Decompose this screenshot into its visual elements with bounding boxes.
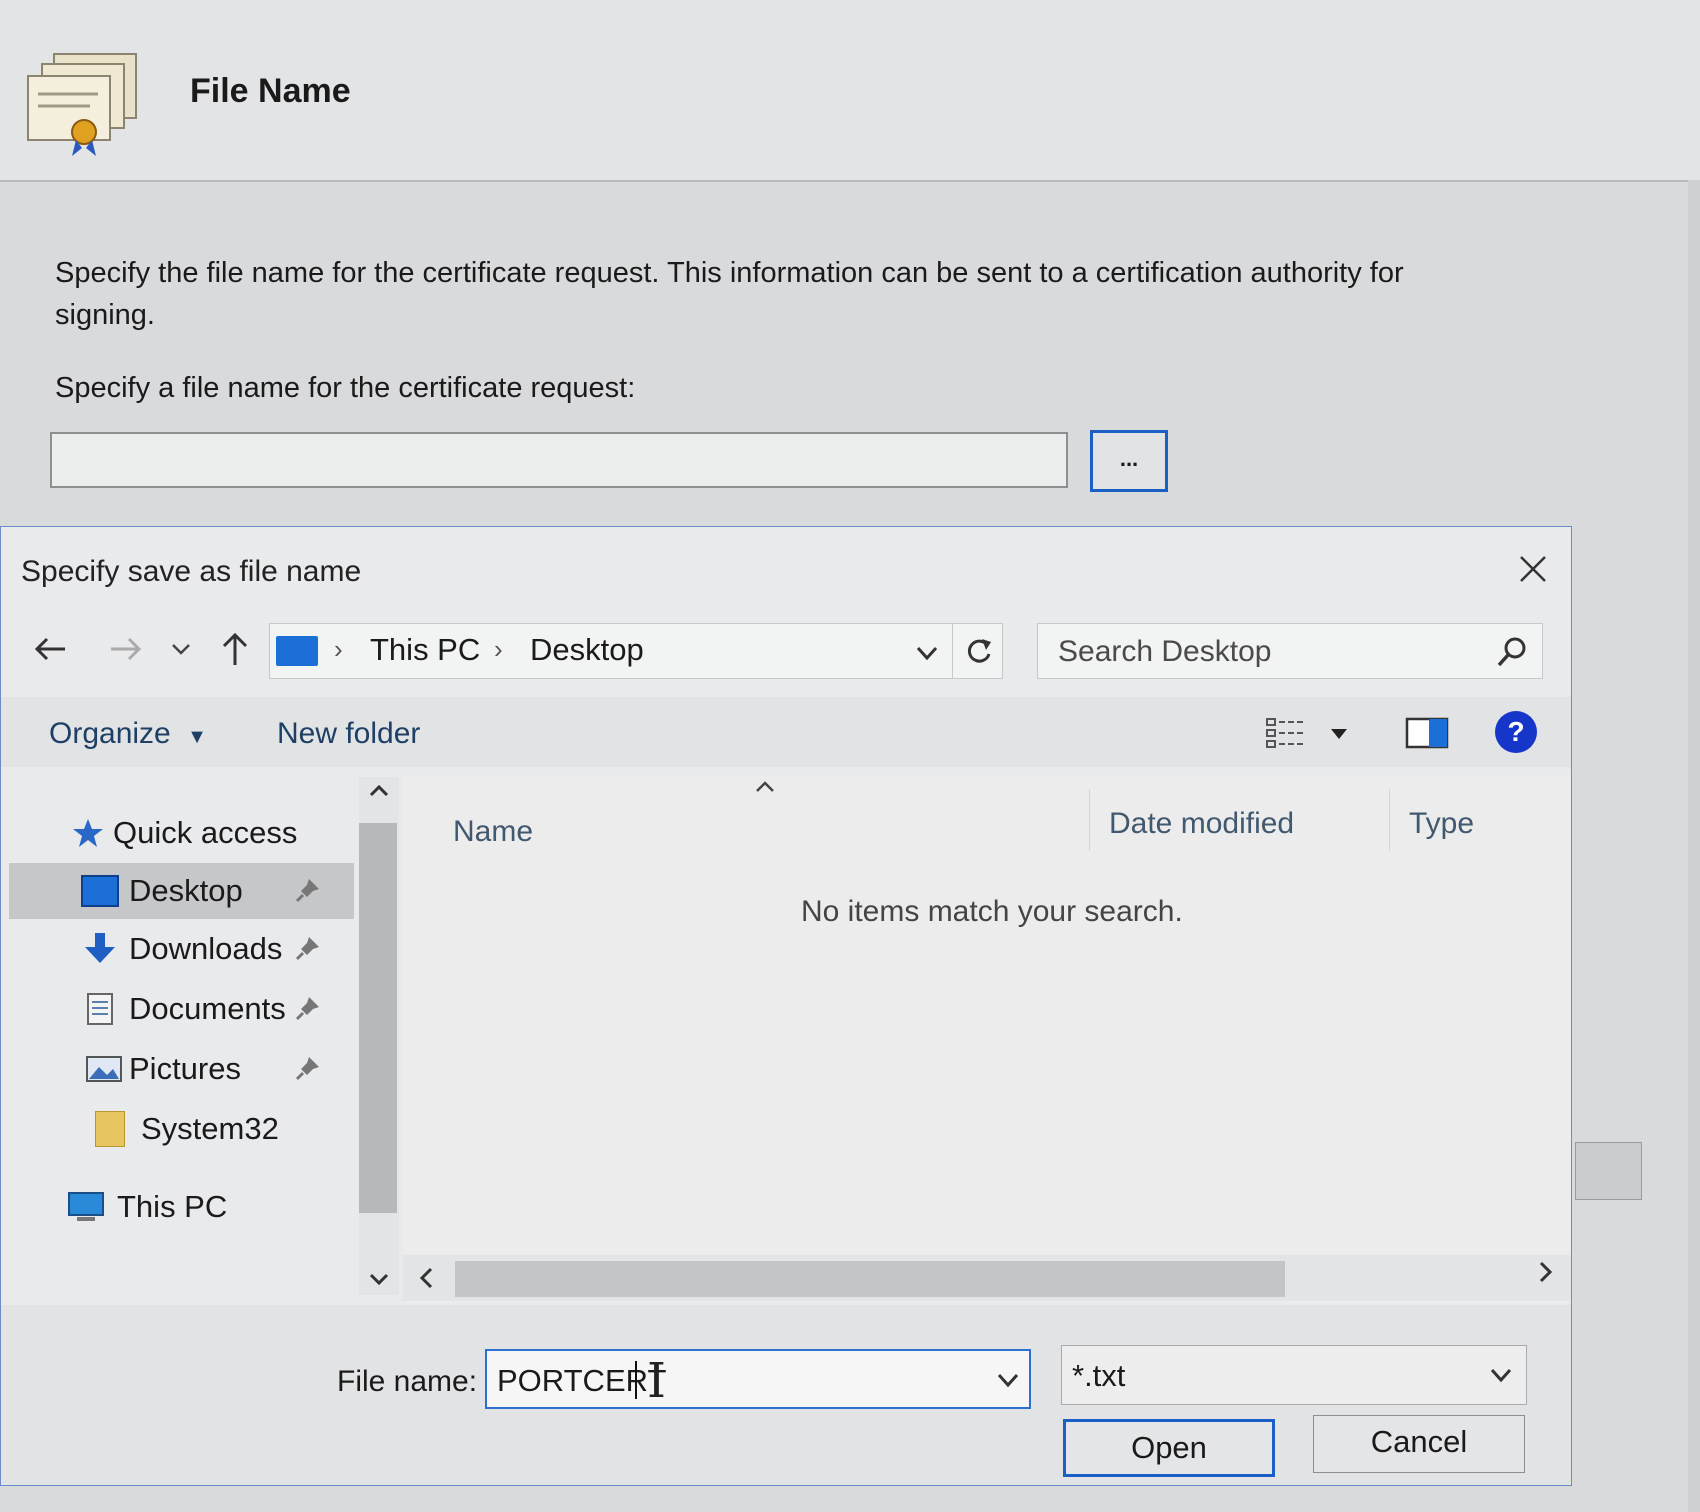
empty-list-message: No items match your search. bbox=[801, 895, 1183, 928]
breadcrumb-this-pc[interactable]: This PC bbox=[370, 632, 480, 668]
column-header-type[interactable]: Type bbox=[1409, 807, 1474, 841]
forward-arrow-icon[interactable] bbox=[105, 629, 145, 669]
scroll-left-icon[interactable] bbox=[415, 1265, 439, 1291]
column-header-name[interactable]: Name bbox=[453, 815, 533, 849]
column-divider[interactable] bbox=[1389, 789, 1390, 851]
cancel-button[interactable]: Cancel bbox=[1313, 1415, 1525, 1473]
nav-label: Documents bbox=[129, 991, 286, 1026]
downloads-icon bbox=[85, 933, 115, 963]
horizontal-scrollbar[interactable] bbox=[403, 1255, 1571, 1301]
desktop-icon bbox=[81, 875, 119, 907]
sort-ascending-icon bbox=[756, 781, 774, 792]
scroll-up-icon[interactable] bbox=[367, 779, 391, 803]
nav-item-documents[interactable]: Documents bbox=[9, 981, 354, 1037]
pictures-icon bbox=[86, 1056, 122, 1082]
breadcrumb-separator-icon: › bbox=[494, 634, 503, 664]
dialog-title: Specify save as file name bbox=[21, 555, 362, 588]
documents-icon bbox=[87, 993, 113, 1025]
breadcrumb-desktop[interactable]: Desktop bbox=[530, 632, 644, 668]
file-name-label: File name: bbox=[337, 1365, 478, 1398]
nav-label: Pictures bbox=[129, 1051, 241, 1086]
pin-icon[interactable] bbox=[295, 877, 321, 903]
save-as-dialog: Specify save as file name › This PC › De… bbox=[0, 526, 1572, 1486]
recent-chevron-icon[interactable] bbox=[167, 629, 195, 669]
nav-item-desktop[interactable]: Desktop bbox=[9, 863, 354, 919]
chevron-down-icon[interactable] bbox=[912, 638, 942, 668]
wizard-description: Specify the file name for the certificat… bbox=[55, 257, 1404, 331]
browse-button[interactable]: ... bbox=[1090, 430, 1168, 492]
window-edge bbox=[1688, 180, 1700, 1512]
file-name-value: PORTCERT bbox=[497, 1363, 667, 1398]
help-icon[interactable]: ? bbox=[1495, 711, 1537, 753]
chevron-down-icon[interactable] bbox=[993, 1365, 1023, 1395]
column-divider[interactable] bbox=[1089, 789, 1090, 851]
pin-icon[interactable] bbox=[295, 1055, 321, 1081]
chevron-down-icon[interactable] bbox=[1486, 1360, 1516, 1390]
wizard-button-partial[interactable] bbox=[1575, 1142, 1642, 1200]
nav-this-pc[interactable]: This PC bbox=[9, 1179, 354, 1235]
horizontal-scroll-thumb[interactable] bbox=[455, 1261, 1285, 1297]
scroll-right-icon[interactable] bbox=[1533, 1259, 1557, 1285]
open-button[interactable]: Open bbox=[1063, 1419, 1275, 1477]
text-cursor-icon: I bbox=[647, 1353, 666, 1409]
preview-pane-icon[interactable] bbox=[1405, 715, 1449, 751]
organize-menu-button[interactable]: Organize ▼ bbox=[49, 717, 207, 751]
search-input[interactable] bbox=[1056, 630, 1480, 674]
caret-down-icon: ▼ bbox=[187, 726, 207, 748]
pin-icon[interactable] bbox=[295, 995, 321, 1021]
this-pc-icon bbox=[276, 636, 318, 666]
search-box bbox=[1037, 623, 1543, 679]
file-name-input[interactable]: PORTCERT I bbox=[485, 1349, 1031, 1409]
folder-icon bbox=[95, 1111, 125, 1147]
wizard-title: File Name bbox=[190, 72, 351, 110]
nav-item-pictures[interactable]: Pictures bbox=[9, 1041, 354, 1097]
computer-icon bbox=[68, 1192, 104, 1221]
file-type-select[interactable]: *.txt bbox=[1061, 1345, 1527, 1405]
view-options-icon[interactable] bbox=[1263, 713, 1353, 753]
file-list: Name Date modified Type No items match y… bbox=[403, 775, 1571, 1303]
scroll-down-icon[interactable] bbox=[367, 1267, 391, 1291]
up-arrow-icon[interactable] bbox=[215, 629, 255, 669]
breadcrumb-separator-icon: › bbox=[334, 634, 343, 664]
nav-label: Downloads bbox=[129, 931, 283, 966]
text-caret bbox=[635, 1361, 637, 1399]
certificate-icon bbox=[27, 53, 137, 156]
star-icon bbox=[73, 819, 103, 847]
certificate-filename-input[interactable] bbox=[50, 432, 1068, 488]
divider bbox=[952, 624, 953, 678]
refresh-icon[interactable] bbox=[962, 634, 996, 668]
search-icon[interactable] bbox=[1494, 634, 1530, 670]
address-bar[interactable]: › This PC › Desktop bbox=[269, 623, 1003, 679]
nav-label: System32 bbox=[141, 1111, 279, 1146]
dialog-footer: File name: PORTCERT I *.txt Open Cancel bbox=[1, 1305, 1571, 1485]
nav-item-system32[interactable]: System32 bbox=[9, 1101, 354, 1157]
navigation-pane: Quick access Desktop Downloads Documents… bbox=[9, 775, 359, 1303]
column-header-date-modified[interactable]: Date modified bbox=[1109, 807, 1294, 841]
file-type-value: *.txt bbox=[1072, 1358, 1126, 1393]
close-icon[interactable] bbox=[1511, 547, 1555, 591]
organize-label: Organize bbox=[49, 717, 171, 750]
pin-icon[interactable] bbox=[295, 935, 321, 961]
nav-label: Desktop bbox=[129, 873, 243, 908]
nav-label: Quick access bbox=[113, 815, 298, 850]
back-arrow-icon[interactable] bbox=[31, 629, 71, 669]
command-toolbar: Organize ▼ New folder ? bbox=[1, 697, 1571, 767]
wizard-header: File Name bbox=[0, 0, 1700, 182]
new-folder-button[interactable]: New folder bbox=[277, 717, 420, 751]
nav-scroll-thumb[interactable] bbox=[359, 823, 397, 1213]
nav-label: This PC bbox=[117, 1189, 228, 1224]
nav-quick-access[interactable]: Quick access bbox=[65, 805, 355, 861]
nav-item-downloads[interactable]: Downloads bbox=[9, 921, 354, 977]
filename-field-label: Specify a file name for the certificate … bbox=[55, 372, 636, 404]
